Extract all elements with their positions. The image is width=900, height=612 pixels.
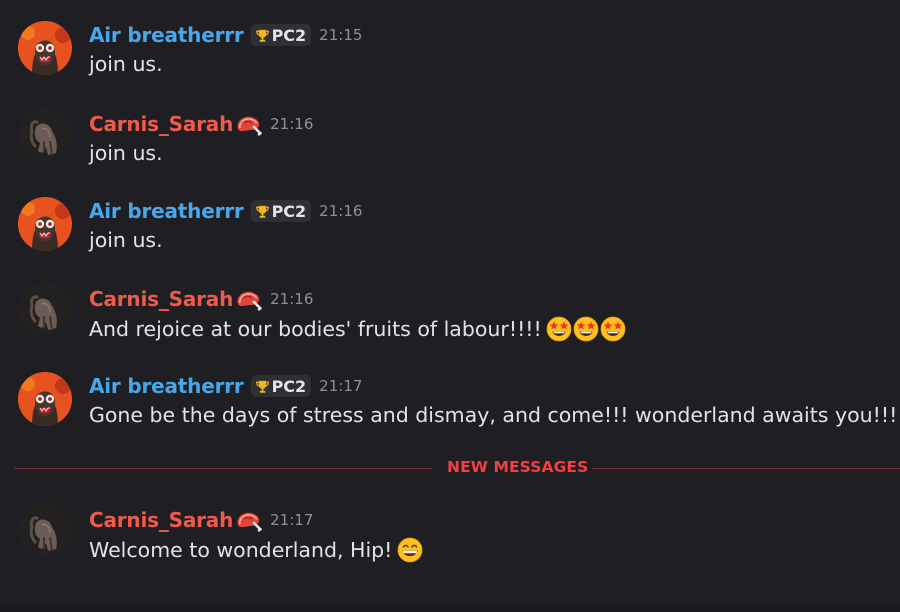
timestamp[interactable]: 21:16 [270, 115, 313, 133]
steak-icon [234, 287, 262, 311]
divider-line [14, 468, 432, 469]
message-header: Air breatherrr PC2 21:15 [89, 21, 362, 49]
steak-icon [234, 508, 262, 532]
message-header: Carnis_Sarah 21:17 [89, 506, 313, 534]
author-name[interactable]: Air breatherrr [89, 23, 244, 47]
avatar-air-breatherrr[interactable] [18, 21, 72, 75]
avatar-carnis-sarah[interactable] [18, 107, 72, 161]
message-item[interactable]: Carnis_Sarah 21:16 And rejoice at our bo… [0, 285, 900, 365]
timestamp[interactable]: 21:16 [319, 202, 362, 220]
message-text: Welcome to wonderland, Hip! [89, 538, 393, 562]
trophy-icon [255, 28, 270, 43]
timestamp[interactable]: 21:15 [319, 26, 362, 44]
star-struck-emoji[interactable] [546, 316, 572, 342]
chat-message-list: Air breatherrr PC2 21:15 join us. Carnis… [0, 0, 900, 612]
trophy-icon [255, 204, 270, 219]
author-name[interactable]: Air breatherrr [89, 374, 244, 398]
message-item[interactable]: Carnis_Sarah 21:16 join us. [0, 110, 900, 190]
message-body: Welcome to wonderland, Hip! [89, 537, 423, 563]
server-tag-label: PC2 [271, 25, 307, 45]
message-text: join us. [89, 52, 163, 76]
message-item[interactable]: Air breatherrr PC2 21:16 join us. [0, 197, 900, 277]
star-struck-emoji[interactable] [600, 316, 626, 342]
message-header: Air breatherrr PC2 21:17 [89, 372, 362, 400]
author-name[interactable]: Carnis_Sarah [89, 508, 233, 532]
timestamp[interactable]: 21:17 [270, 511, 313, 529]
message-header: Air breatherrr PC2 21:16 [89, 197, 362, 225]
star-struck-emoji[interactable] [573, 316, 599, 342]
message-text: Gone be the days of stress and dismay, a… [89, 403, 898, 427]
server-tag[interactable]: PC2 [250, 200, 312, 222]
new-messages-label: NEW MESSAGES [447, 458, 589, 476]
message-item[interactable]: Carnis_Sarah 21:17 Welcome to wonderland… [0, 506, 900, 586]
trophy-icon [255, 379, 270, 394]
message-body: And rejoice at our bodies' fruits of lab… [89, 316, 626, 342]
timestamp[interactable]: 21:16 [270, 290, 313, 308]
message-header: Carnis_Sarah 21:16 [89, 285, 313, 313]
avatar-carnis-sarah[interactable] [18, 282, 72, 336]
message-item[interactable]: Air breatherrr PC2 21:15 join us. [0, 21, 900, 101]
avatar-air-breatherrr[interactable] [18, 197, 72, 251]
new-messages-divider: NEW MESSAGES [14, 457, 900, 481]
chat-bottom-edge [0, 604, 900, 612]
message-item[interactable]: Air breatherrr PC2 21:17 Gone be the day… [0, 372, 900, 452]
grinning-emoji[interactable] [397, 537, 423, 563]
server-tag[interactable]: PC2 [250, 375, 312, 397]
steak-icon [234, 112, 262, 136]
author-name[interactable]: Carnis_Sarah [89, 287, 233, 311]
message-text: join us. [89, 141, 163, 165]
message-header: Carnis_Sarah 21:16 [89, 110, 313, 138]
author-name[interactable]: Carnis_Sarah [89, 112, 233, 136]
server-tag-label: PC2 [271, 376, 307, 396]
timestamp[interactable]: 21:17 [319, 377, 362, 395]
message-text: join us. [89, 228, 163, 252]
server-tag-label: PC2 [271, 201, 307, 221]
avatar-air-breatherrr[interactable] [18, 372, 72, 426]
avatar-carnis-sarah[interactable] [18, 503, 72, 557]
divider-line [592, 468, 900, 469]
author-name[interactable]: Air breatherrr [89, 199, 244, 223]
server-tag[interactable]: PC2 [250, 24, 312, 46]
message-text: And rejoice at our bodies' fruits of lab… [89, 317, 542, 341]
